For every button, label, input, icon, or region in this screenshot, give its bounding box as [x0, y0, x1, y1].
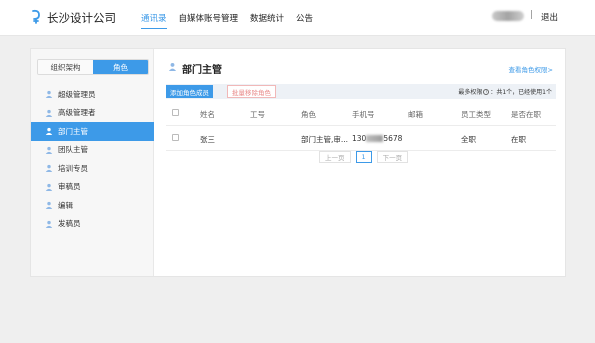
- user-icon: [45, 183, 53, 191]
- user-icon: [45, 165, 53, 173]
- role-list: 超级管理员 高级管理者 部门主管 团队主管 培训专员 审稿员 编辑 发稿员: [31, 85, 154, 233]
- members-table: 姓名 工号 角色 手机号 邮箱 员工类型 是否在职 张三 部门主管,审... 1…: [166, 101, 556, 151]
- page-title: 部门主管: [182, 65, 222, 76]
- pagination: 上一页 1 下一页: [319, 151, 409, 163]
- col-employee-id: 工号: [250, 110, 265, 119]
- user-icon: [45, 146, 53, 154]
- permission-limit-info: 最多权限 ? ：共1个，已经使用1个: [458, 87, 552, 96]
- role-detail-panel: 部门主管 查看角色权限> 添加角色成员 批量移除角色 最多权限 ? ：共1个，已…: [154, 49, 565, 276]
- col-role: 角色: [301, 110, 316, 119]
- limit-usage-text: ：共1个，已经使用1个: [490, 89, 552, 96]
- role-item-super-admin[interactable]: 超级管理员: [31, 85, 154, 104]
- role-item-label: 审稿员: [58, 182, 81, 192]
- tab-org-structure[interactable]: 组织架构: [38, 60, 93, 74]
- page-1-button[interactable]: 1: [355, 151, 372, 163]
- row-checkbox[interactable]: [172, 134, 179, 141]
- nav-media-accounts[interactable]: 自媒体账号管理: [179, 12, 239, 29]
- logout-link[interactable]: 退出: [541, 11, 558, 23]
- role-item-label: 编辑: [58, 200, 73, 210]
- top-header: 长沙设计公司 通讯录 自媒体账号管理 数据统计 公告 | 退出: [0, 0, 595, 36]
- sidebar: 组织架构 角色 超级管理员 高级管理者 部门主管 团队主管 培训专员 审稿员 编…: [31, 49, 154, 276]
- role-item-publisher[interactable]: 发稿员: [31, 215, 154, 234]
- add-member-button[interactable]: 添加角色成员: [166, 85, 213, 98]
- role-item-label: 部门主管: [58, 126, 88, 136]
- col-phone: 手机号: [352, 110, 375, 119]
- role-item-label: 超级管理员: [58, 89, 96, 99]
- cell-name: 张三: [200, 135, 215, 144]
- phone-suffix: 5678: [383, 134, 403, 143]
- user-icon: [45, 128, 53, 136]
- company-name: 长沙设计公司: [47, 11, 116, 25]
- cell-phone: 130 5678: [352, 134, 402, 143]
- view-permissions-link[interactable]: 查看角色权限>: [509, 64, 553, 74]
- user-icon: [45, 91, 53, 99]
- next-page-button[interactable]: 下一页: [376, 151, 409, 163]
- table-header: 姓名 工号 角色 手机号 邮箱 员工类型 是否在职: [166, 101, 556, 126]
- nav-contacts[interactable]: 通讯录: [141, 12, 167, 29]
- phone-prefix: 130: [352, 134, 367, 143]
- phone-redacted: [366, 135, 384, 142]
- role-item-label: 培训专员: [58, 163, 88, 173]
- select-all-checkbox[interactable]: [172, 109, 179, 116]
- col-employed: 是否在职: [511, 110, 541, 119]
- user-name-redacted[interactable]: [492, 11, 524, 21]
- sidebar-tab-switch: 组织架构 角色: [37, 59, 149, 75]
- col-employee-type: 员工类型: [461, 110, 491, 119]
- top-navigation: 通讯录 自媒体账号管理 数据统计 公告: [141, 12, 313, 29]
- role-item-label: 发稿员: [58, 219, 81, 229]
- nav-statistics[interactable]: 数据统计: [250, 12, 284, 29]
- toolbar: 添加角色成员 批量移除角色 最多权限 ? ：共1个，已经使用1个: [166, 84, 556, 99]
- help-icon[interactable]: ?: [483, 88, 490, 95]
- user-icon: [168, 63, 177, 71]
- bulk-remove-button[interactable]: 批量移除角色: [227, 85, 276, 98]
- col-name: 姓名: [200, 110, 215, 119]
- tab-roles[interactable]: 角色: [93, 60, 148, 74]
- role-item-team-lead[interactable]: 团队主管: [31, 141, 154, 160]
- cell-employed: 在职: [511, 135, 526, 144]
- role-item-trainer[interactable]: 培训专员: [31, 159, 154, 178]
- role-item-editor[interactable]: 编辑: [31, 196, 154, 215]
- col-email: 邮箱: [408, 110, 423, 119]
- cell-role: 部门主管,审...: [301, 135, 349, 144]
- role-item-reviewer[interactable]: 审稿员: [31, 178, 154, 197]
- cell-employee-type: 全职: [461, 135, 476, 144]
- user-icon: [45, 220, 53, 228]
- table-row[interactable]: 张三 部门主管,审... 130 5678 全职 在职: [166, 126, 556, 151]
- role-item-senior-manager[interactable]: 高级管理者: [31, 104, 154, 123]
- role-item-label: 高级管理者: [58, 108, 96, 118]
- role-item-label: 团队主管: [58, 145, 88, 155]
- limit-label: 最多权限: [458, 89, 483, 96]
- header-separator: |: [530, 10, 534, 20]
- nav-announcements[interactable]: 公告: [296, 12, 313, 29]
- role-item-dept-head[interactable]: 部门主管: [31, 122, 154, 141]
- prev-page-button[interactable]: 上一页: [319, 151, 351, 163]
- main-card: 组织架构 角色 超级管理员 高级管理者 部门主管 团队主管 培训专员 审稿员 编…: [30, 48, 566, 277]
- user-icon: [45, 202, 53, 210]
- company-logo-icon: [32, 9, 40, 24]
- user-icon: [45, 109, 53, 117]
